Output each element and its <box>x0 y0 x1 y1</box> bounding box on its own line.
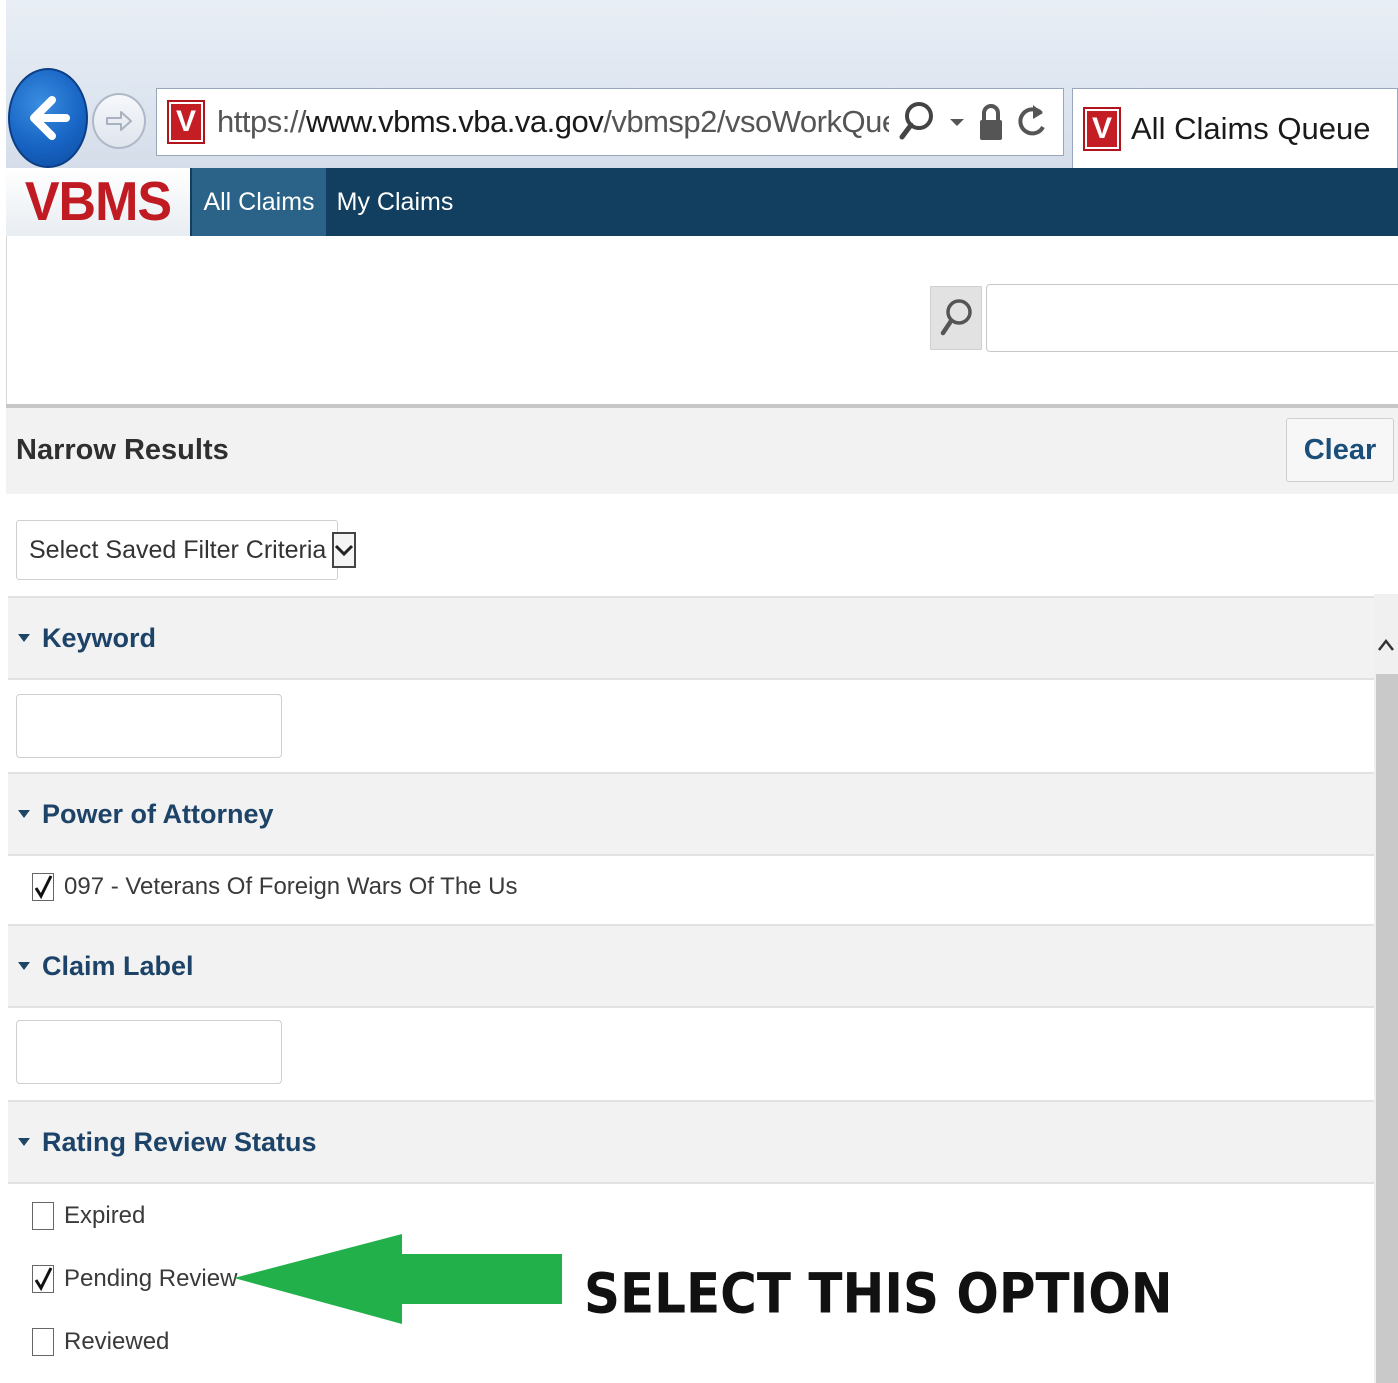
nav-tab-all-claims[interactable]: All Claims <box>192 168 326 236</box>
checkbox-unchecked[interactable] <box>32 1202 54 1230</box>
saved-filter-label: Select Saved Filter Criteria <box>29 535 327 564</box>
facet-rating-review-status-header[interactable]: Rating Review Status <box>8 1100 1374 1184</box>
checkbox-unchecked[interactable] <box>32 1328 54 1356</box>
keyword-input[interactable] <box>16 694 282 758</box>
status-option-reviewed[interactable]: Reviewed <box>32 1328 169 1356</box>
caret-down-icon <box>18 810 30 818</box>
logo-text: VBMS <box>24 171 172 233</box>
caret-down-icon <box>18 1138 30 1146</box>
content-left-border <box>6 236 7 406</box>
narrow-results-title: Narrow Results <box>16 434 229 466</box>
search-icon <box>940 299 972 336</box>
nav-tab-label: All Claims <box>203 187 315 216</box>
status-option-pending-review[interactable]: Pending Review <box>32 1265 237 1293</box>
arrow-left-icon <box>30 96 70 140</box>
annotation-text: SELECT THIS OPTION <box>584 1262 1173 1326</box>
app-navbar: VBMS All Claims My Claims <box>6 168 1398 236</box>
claim-label-input[interactable] <box>16 1020 282 1084</box>
refresh-icon[interactable] <box>1015 101 1049 143</box>
facet-claim-label-header[interactable]: Claim Label <box>8 924 1374 1008</box>
clear-button[interactable]: Clear <box>1286 418 1394 482</box>
status-option-label: Expired <box>64 1202 146 1229</box>
search-input[interactable] <box>986 284 1398 352</box>
chevron-down-icon[interactable] <box>332 532 357 568</box>
poa-option-097[interactable]: 097 - Veterans Of Foreign Wars Of The Us <box>32 873 518 901</box>
browser-tab[interactable]: V All Claims Queue <box>1072 88 1398 168</box>
search-icon[interactable] <box>897 99 937 145</box>
caret-down-icon <box>18 962 30 970</box>
url-domain: www.vbms.vba.va.gov <box>306 104 604 139</box>
facet-title: Keyword <box>42 622 157 653</box>
search-button[interactable] <box>930 286 982 350</box>
tab-title: All Claims Queue <box>1131 110 1371 146</box>
facet-power-of-attorney-header[interactable]: Power of Attorney <box>8 772 1374 856</box>
narrow-results-header: Narrow Results <box>6 408 1398 494</box>
status-option-label: Reviewed <box>64 1328 170 1355</box>
url-path: /vbmsp2/vsoWorkQueue#allC <box>603 104 889 139</box>
facet-title: Power of Attorney <box>42 798 274 829</box>
caret-down-icon <box>18 634 30 642</box>
nav-tab-my-claims[interactable]: My Claims <box>328 168 462 236</box>
tab-favicon: V <box>1083 106 1121 151</box>
poa-option-label: 097 - Veterans Of Foreign Wars Of The Us <box>64 873 518 900</box>
check-icon <box>34 875 53 900</box>
scroll-up-button[interactable] <box>1374 618 1398 672</box>
scrollbar-thumb[interactable] <box>1376 674 1398 1383</box>
url-scheme: https:// <box>217 104 307 139</box>
checkbox-checked[interactable] <box>32 873 54 901</box>
address-bar[interactable]: V https://www.vbms.vba.va.gov/vbmsp2/vso… <box>156 88 1064 156</box>
green-arrow-icon <box>234 1234 562 1324</box>
vbms-logo[interactable]: VBMS <box>6 168 190 236</box>
status-option-label: Pending Review <box>64 1265 238 1292</box>
facet-keyword-header[interactable]: Keyword <box>8 596 1374 680</box>
arrow-right-icon <box>106 111 132 131</box>
checkbox-checked[interactable] <box>32 1265 54 1293</box>
status-option-expired[interactable]: Expired <box>32 1202 145 1230</box>
chevron-up-icon <box>1378 638 1394 651</box>
dropdown-icon[interactable] <box>947 114 967 130</box>
back-button[interactable] <box>8 68 88 168</box>
site-favicon: V <box>167 100 205 144</box>
lock-icon[interactable] <box>977 102 1005 142</box>
saved-filter-select[interactable]: Select Saved Filter Criteria <box>16 520 357 580</box>
facet-title: Rating Review Status <box>42 1126 317 1157</box>
facet-title: Claim Label <box>42 950 194 981</box>
nav-tab-label: My Claims <box>336 187 454 216</box>
url-text[interactable]: https://www.vbms.vba.va.gov/vbmsp2/vsoWo… <box>217 104 889 140</box>
check-icon <box>34 1267 53 1292</box>
forward-button[interactable] <box>92 93 146 149</box>
